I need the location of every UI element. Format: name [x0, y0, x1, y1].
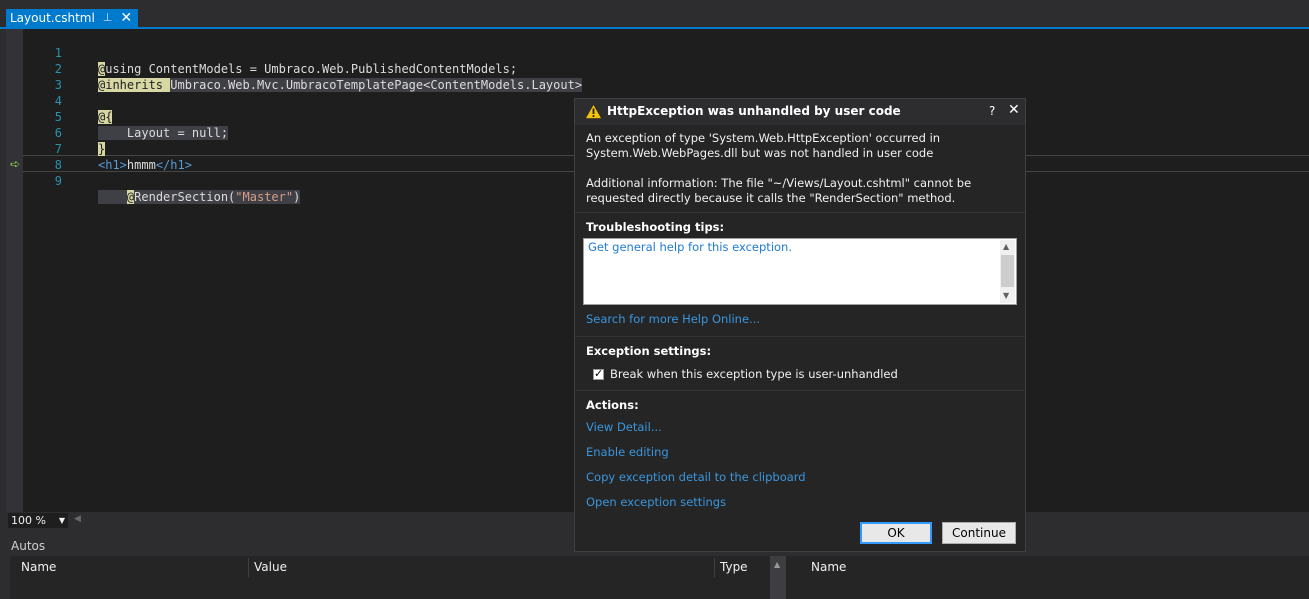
code-content: hmmm: [126, 158, 156, 172]
code-line[interactable]: 1 @using ContentModels = Umbraco.Web.Pub…: [6, 29, 517, 76]
help-button[interactable]: ?: [989, 104, 995, 118]
line-number: 8: [54, 158, 62, 172]
exception-message: An exception of type 'System.Web.HttpExc…: [586, 131, 941, 160]
line-number: 1: [54, 46, 62, 60]
divider: [575, 212, 1025, 213]
scroll-thumb[interactable]: [1001, 255, 1014, 287]
divider: [575, 390, 1025, 391]
line-number: 9: [54, 174, 62, 188]
html-tag: </h1>: [155, 158, 192, 172]
call-stack-grid[interactable]: Name: [794, 556, 1309, 599]
autos-grid[interactable]: Name Value Type ▲ Name: [10, 556, 1309, 599]
column-header-name[interactable]: Name: [21, 558, 56, 577]
column-header-value[interactable]: Value: [254, 558, 287, 577]
code-text: @using ContentModels = Umbraco.Web.Publi…: [98, 61, 517, 77]
continue-button[interactable]: Continue: [942, 522, 1016, 544]
actions-title: Actions:: [586, 398, 639, 412]
pin-icon[interactable]: ⊥: [103, 9, 113, 27]
dialog-header: HttpException was unhandled by user code…: [575, 99, 1025, 125]
close-tab-icon[interactable]: ✕: [120, 9, 132, 27]
tab-title: Layout.cshtml: [10, 11, 95, 25]
scroll-down-icon[interactable]: ▼: [1003, 291, 1009, 300]
column-header-type[interactable]: Type: [720, 558, 748, 577]
scroll-up-icon[interactable]: ▲: [1003, 242, 1009, 251]
code-line[interactable]: 3: [6, 61, 62, 92]
code-text: @{: [98, 109, 113, 125]
code-content: Layout = null;: [98, 126, 229, 140]
line-number: 7: [54, 142, 62, 156]
line-number: 2: [54, 62, 62, 76]
code-content: RenderSection(: [134, 190, 236, 204]
code-line[interactable]: 7 <h1>hmmm</h1>: [6, 125, 192, 172]
exception-settings-title: Exception settings:: [586, 344, 712, 358]
code-line[interactable]: 2 @inherits Umbraco.Web.Mvc.UmbracoTempl…: [6, 45, 583, 92]
search-help-online-link[interactable]: Search for more Help Online...: [586, 312, 760, 326]
code-line-current[interactable]: 9 @RenderSection("Master"): [6, 157, 301, 204]
troubleshooting-tips-box[interactable]: Get general help for this exception. ▲ ▼: [583, 238, 1017, 305]
tab-layout-cshtml[interactable]: Layout.cshtml ⊥ ✕: [6, 9, 139, 27]
document-tab-bar: Layout.cshtml ⊥ ✕: [0, 0, 1309, 27]
code-text: <h1>hmmm</h1>: [98, 157, 192, 173]
line-number: 4: [54, 94, 62, 108]
code-text: }: [98, 141, 106, 157]
scroll-left-icon[interactable]: ◀: [74, 514, 81, 524]
code-content: Umbraco.Web.Mvc.UmbracoTemplatePage<Cont…: [170, 78, 583, 92]
chevron-down-icon: ▼: [58, 516, 65, 525]
code-text: @inherits Umbraco.Web.Mvc.UmbracoTemplat…: [98, 77, 583, 93]
razor-token: @inherits: [98, 78, 171, 92]
column-divider[interactable]: [248, 558, 249, 577]
checkmark-icon: ✓: [594, 367, 604, 380]
warning-icon: [585, 104, 602, 119]
break-on-exception-checkbox[interactable]: ✓: [593, 367, 604, 380]
code-line[interactable]: 8: [6, 141, 62, 172]
dialog-title: HttpException was unhandled by user code: [607, 104, 901, 118]
general-help-link[interactable]: Get general help for this exception.: [588, 240, 792, 254]
tips-scrollbar[interactable]: ▲ ▼: [1000, 240, 1015, 303]
line-number: 5: [54, 110, 62, 124]
close-dialog-button[interactable]: ✕: [1008, 102, 1020, 118]
code-text: @RenderSection("Master"): [98, 189, 301, 205]
string-literal: "Master": [235, 190, 294, 204]
line-number: 3: [54, 78, 62, 92]
exception-dialog: HttpException was unhandled by user code…: [574, 98, 1026, 552]
code-content: ): [293, 190, 301, 204]
column-header-name[interactable]: Name: [811, 558, 846, 577]
razor-token: @{: [98, 110, 113, 124]
code-content: using ContentModels = Umbraco.Web.Publis…: [105, 62, 518, 76]
autos-title: Autos: [11, 539, 46, 553]
zoom-value: 100 %: [11, 514, 46, 527]
scroll-up-icon[interactable]: ▲: [774, 560, 780, 569]
open-exception-settings-link[interactable]: Open exception settings: [586, 495, 726, 509]
divider: [575, 336, 1025, 337]
copy-exception-detail-link[interactable]: Copy exception detail to the clipboard: [586, 470, 806, 484]
troubleshooting-title: Troubleshooting tips:: [586, 220, 725, 234]
enable-editing-link[interactable]: Enable editing: [586, 445, 669, 459]
code-text: Layout = null;: [98, 125, 229, 141]
autos-scrollbar[interactable]: ▲: [770, 556, 786, 599]
zoom-dropdown[interactable]: 100 % ▼: [8, 513, 68, 528]
code-line[interactable]: 5 Layout = null;: [6, 93, 229, 140]
razor-token: }: [98, 142, 106, 156]
break-on-exception-label[interactable]: Break when this exception type is user-u…: [610, 367, 898, 381]
html-tag: <h1>: [98, 158, 127, 172]
line-number: 6: [54, 126, 62, 140]
code-line[interactable]: 6 }: [6, 109, 106, 156]
additional-information: Additional information: The file "~/View…: [586, 176, 972, 205]
column-divider[interactable]: [714, 558, 715, 577]
view-detail-link[interactable]: View Detail...: [586, 420, 662, 434]
code-line[interactable]: 4 @{: [6, 77, 113, 124]
ok-button[interactable]: OK: [860, 522, 932, 544]
